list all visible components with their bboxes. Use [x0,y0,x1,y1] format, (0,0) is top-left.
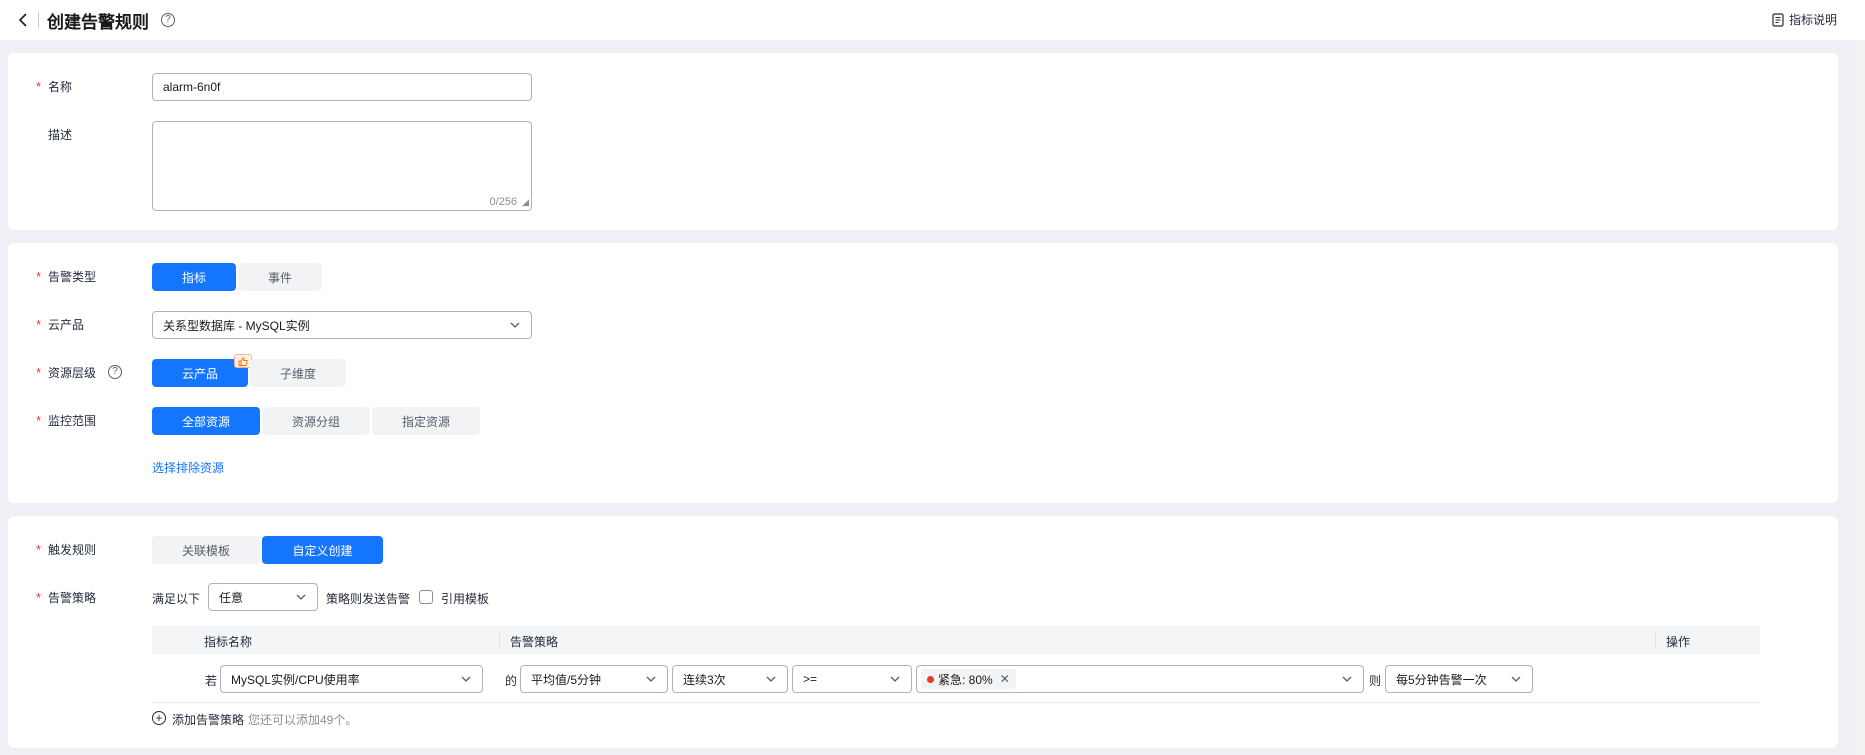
plus-circle-icon[interactable]: + [152,711,166,725]
critical-dot-icon [927,675,934,683]
add-policy-hint: 您还可以添加49个。 [248,713,358,727]
thumbs-up-icon [238,356,248,366]
divider [38,12,39,28]
column-divider [1655,633,1656,647]
resize-handle-icon[interactable]: ◢ [522,197,529,208]
help-icon[interactable]: ? [108,365,123,379]
threshold-select[interactable]: 紧急: 80% ✕ [916,665,1364,693]
required-mark: * [36,412,42,428]
column-divider [499,633,500,647]
col-operation: 操作 [1666,635,1691,649]
level-cloud-product[interactable]: 云产品 [152,354,252,387]
page-scrollbar[interactable] [1855,40,1865,755]
required-mark: * [36,364,42,380]
row-if-text: 若 [205,674,218,688]
name-input[interactable]: alarm-6n0f [152,73,532,101]
level-sub-dimension[interactable]: 子维度 [250,359,346,387]
chevron-left-icon [18,13,27,27]
metric-select[interactable]: MySQL实例/CPU使用率 [220,665,483,693]
product-select[interactable]: 关系型数据库 - MySQL实例 [152,311,532,339]
scope-all-resources[interactable]: 全部资源 [152,407,260,435]
col-metric-name: 指标名称 [204,635,253,649]
back-button[interactable] [14,11,32,29]
chevron-down-icon [1342,676,1352,682]
alarm-type-metric[interactable]: 指标 [152,263,236,291]
trigger-rule-label: * 触发规则 [36,541,97,557]
description-textarea[interactable]: 0/256 ◢ [152,121,532,211]
product-label: * 云产品 [36,316,85,332]
chevron-down-icon [646,676,656,682]
required-mark: * [36,268,42,284]
page-title: 创建告警规则 [47,12,149,32]
alarm-policy-label: * 告警策略 [36,589,97,605]
description-counter: 0/256 [489,196,517,208]
rule-custom-create[interactable]: 自定义创建 [262,536,383,564]
name-label: * 名称 [36,78,73,94]
description-label: 描述 [48,127,73,142]
top-bar: 创建告警规则 ? 指标说明 [0,0,1865,40]
help-icon[interactable]: ? [161,13,175,27]
alarm-type-segment: 指标 事件 [152,263,324,291]
document-icon [1772,12,1784,27]
col-alarm-policy: 告警策略 [510,635,559,649]
required-mark: * [36,78,42,94]
trigger-card: * 触发规则 关联模板 自定义创建 * 告警策略 满足以下 任意 策略则发送告警… [8,516,1838,748]
operator-select[interactable]: >= [792,665,912,693]
chevron-down-icon [296,594,306,600]
required-mark: * [36,316,42,332]
satisfy-prefix: 满足以下 [152,592,201,606]
chevron-down-icon [510,322,520,328]
policy-table-header: 指标名称 告警策略 操作 [152,626,1760,654]
alarm-type-event[interactable]: 事件 [238,263,322,291]
add-policy-button[interactable]: 添加告警策略 [172,711,244,728]
chevron-down-icon [890,676,900,682]
chevron-down-icon [1511,676,1521,682]
threshold-tag: 紧急: 80% ✕ [921,669,1016,689]
frequency-select[interactable]: 每5分钟告警一次 [1385,665,1533,693]
basic-info-card: * 名称 alarm-6n0f 描述 0/256 ◢ [8,53,1838,230]
consecutive-select[interactable]: 连续3次 [672,665,788,693]
scope-resource-group[interactable]: 资源分组 [262,407,370,435]
use-template-checkbox[interactable] [419,590,433,604]
close-icon[interactable]: ✕ [1000,672,1010,686]
scope-segment: 全部资源 资源分组 指定资源 [152,407,482,435]
row-divider [152,702,1760,703]
chevron-down-icon [766,676,776,682]
trigger-rule-segment: 关联模板 自定义创建 [152,536,385,564]
chevron-down-icon [461,676,471,682]
satisfy-suffix: 策略则发送告警 [326,592,411,606]
use-template-label: 引用模板 [441,592,490,606]
satisfy-condition-select[interactable]: 任意 [208,583,318,611]
scope-specified-resources[interactable]: 指定资源 [372,407,480,435]
exclude-resources-link[interactable]: 选择排除资源 [152,459,224,476]
metric-doc-label: 指标说明 [1788,13,1837,27]
row-of-text: 的 [505,674,518,688]
alarm-type-label: * 告警类型 [36,268,97,284]
rule-associate-template[interactable]: 关联模板 [152,536,260,564]
required-mark: * [36,589,42,605]
resource-level-segment: 云产品 子维度 [152,354,348,387]
required-mark: * [36,541,42,557]
metric-doc-link[interactable]: 指标说明 [1771,11,1837,28]
resource-level-label: * 资源层级 ? [36,358,123,386]
scope-label: * 监控范围 [36,412,97,428]
row-then-text: 则 [1369,674,1382,688]
target-card: * 告警类型 指标 事件 * 云产品 关系型数据库 - MySQL实例 * 资源… [8,243,1838,503]
aggregation-select[interactable]: 平均值/5分钟 [520,665,668,693]
